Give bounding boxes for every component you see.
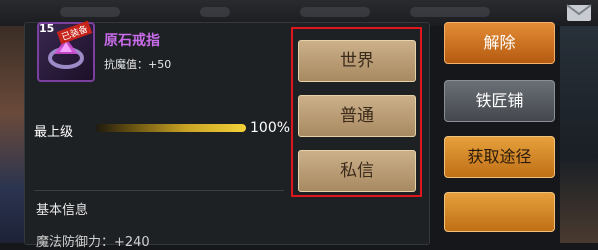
refine-level-label: 最上级 — [34, 125, 74, 140]
mail-icon[interactable] — [566, 4, 592, 22]
hud-resource — [60, 7, 120, 17]
item-stat: 抗魔值：+50 — [104, 58, 172, 71]
basic-info-heading: 基本信息 — [36, 203, 89, 218]
unequip-button[interactable]: 解除 — [444, 22, 555, 64]
hud-resource — [200, 7, 230, 17]
background-scene-left — [0, 26, 26, 243]
world-chat-button[interactable]: 世界 — [298, 40, 416, 82]
divider — [34, 190, 284, 191]
normal-chat-button[interactable]: 普通 — [298, 95, 416, 137]
background-scene-right — [560, 26, 598, 243]
blacksmith-button[interactable]: 铁匠铺 — [444, 80, 555, 122]
hud-resource — [410, 7, 490, 17]
private-message-button[interactable]: 私信 — [298, 150, 416, 192]
refine-progress-bar — [96, 124, 246, 132]
item-level: 15 — [39, 22, 55, 35]
extra-action-button[interactable] — [444, 192, 555, 232]
hud-resource — [300, 7, 370, 17]
partial-stat-line: 魔法防御力：+240 — [36, 235, 150, 250]
obtain-method-button[interactable]: 获取途径 — [444, 136, 555, 178]
item-name: 原石戒指 — [104, 33, 160, 49]
refine-progress-percent: 100% — [250, 120, 291, 136]
